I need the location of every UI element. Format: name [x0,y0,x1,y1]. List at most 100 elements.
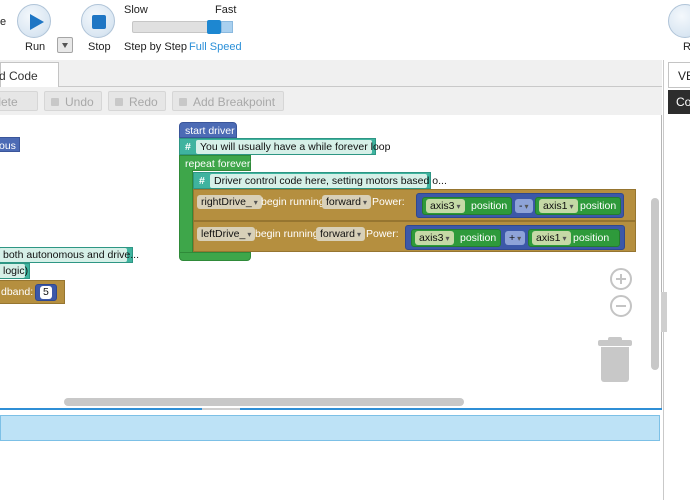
operator-dropdown[interactable]: + ▾ [505,231,526,245]
right-drive-motor-dropdown[interactable]: rightDrive_ ▾ [197,195,262,209]
comment-1-text[interactable]: You will usually have a while forever lo… [196,140,390,154]
begin-running-label: begin running [255,228,319,240]
zoom-out-horizontal [616,305,626,307]
left-block-ous-text: ous [0,140,16,152]
tab-co[interactable]: Co [668,90,690,114]
run-button[interactable] [17,4,51,38]
speed-fast-label: Fast [215,4,237,16]
zoom-in-vertical [620,274,622,284]
dropdown-arrow-icon: ▾ [562,234,567,243]
axis3-dropdown[interactable]: axis3 ▾ [415,231,454,245]
left-logic-block[interactable]: logic) [0,263,30,279]
repeat-forever-foot [179,252,251,261]
axis1-position-block[interactable]: axis1 ▾ position [535,197,621,215]
comment-2-text[interactable]: Driver control code here, setting motors… [210,174,447,188]
axis1-label: axis1 [543,200,568,212]
left-direction-dropdown[interactable]: forward ▾ [316,227,366,241]
operator-dropdown[interactable]: - ▾ [515,199,533,213]
left-drive-motor-name: leftDrive_ [201,228,246,240]
stop-button[interactable] [81,4,115,38]
step-by-step-link[interactable]: Step by Step [124,41,187,53]
left-power-add-block[interactable]: axis3 ▾ position + ▾ axis1 ▾ position [405,225,625,250]
left-comment-block[interactable]: both autonomous and drive... [0,247,139,263]
zoom-in-icon[interactable] [610,268,632,290]
zoom-out-icon[interactable] [610,295,632,317]
stop-label: Stop [88,41,111,53]
axis3-dropdown[interactable]: axis3 ▾ [426,199,465,213]
axis3-position-block[interactable]: axis3 ▾ position [422,197,512,215]
dropdown-arrow-icon: ▾ [357,230,362,239]
right-toolbar-button[interactable] [668,4,690,38]
axis3-position-block[interactable]: axis3 ▾ position [411,229,501,247]
right-direction-dropdown[interactable]: forward ▾ [322,195,372,209]
undo-icon [51,98,59,106]
add-breakpoint-label: Add Breakpoint [193,95,276,109]
deadband-number-block[interactable]: 5 [35,284,57,301]
right-splitter-handle[interactable] [661,292,667,332]
start-driver-block[interactable]: start driver [179,122,237,138]
console-output-row[interactable] [0,415,660,441]
redo-icon [115,98,123,106]
tab-blocks-code[interactable]: d Code [0,62,59,88]
position-label: position [471,200,508,212]
toolbar-cut-label: e [0,16,7,28]
comment-hash-icon: # [185,141,191,153]
dropdown-arrow-icon: ▾ [569,202,574,211]
left-drive-motor-dropdown[interactable]: leftDrive_ ▾ [197,227,256,241]
speed-slider-thumb[interactable] [207,20,221,34]
stop-icon [92,15,106,29]
right-drive-motor-name: rightDrive_ [201,196,252,208]
power-label: Power: [366,228,399,240]
right-power-subtract-block[interactable]: axis3 ▾ position - ▾ axis1 ▾ position [416,193,624,218]
right-pane [663,60,690,500]
axis1-position-block[interactable]: axis1 ▾ position [528,229,620,247]
axis1-dropdown[interactable]: axis1 ▾ [539,199,578,213]
run-options-dropdown[interactable] [57,37,73,53]
undo-label: Undo [65,95,94,109]
add-breakpoint-button[interactable]: Add Breakpoint [172,91,284,111]
direction-value: forward [320,228,356,240]
trash-icon-lid [598,340,632,346]
tab-co-label: Co [676,95,690,109]
left-logic-text[interactable]: logic) [0,264,28,278]
dropdown-arrow-icon: ▾ [524,202,529,211]
axis1-dropdown[interactable]: axis1 ▾ [532,231,571,245]
dropdown-arrow-icon: ▾ [253,198,258,207]
breakpoint-icon [179,98,187,106]
workspace-horizontal-scrollbar[interactable] [64,398,464,406]
trash-icon[interactable] [601,347,629,382]
operator-minus: - [519,200,523,212]
workspace-vertical-scrollbar[interactable] [651,198,659,370]
dropdown-arrow-icon: ▾ [445,234,450,243]
delete-button[interactable]: Delete [0,91,38,111]
deadband-value[interactable]: 5 [40,286,52,299]
left-block-ous[interactable]: ous [0,137,20,152]
undo-button[interactable]: Undo [44,91,102,111]
redo-label: Redo [129,95,158,109]
speed-slow-label: Slow [124,4,148,16]
tab-ve[interactable]: VE [668,62,690,88]
axis1-label: axis1 [536,232,561,244]
toolbar: e Run Stop Slow Fast Step by Step Full S… [0,0,690,60]
full-speed-link[interactable]: Full Speed [189,41,242,53]
redo-button[interactable]: Redo [108,91,166,111]
dropdown-arrow-icon: ▾ [247,230,252,239]
position-label: position [460,232,497,244]
left-drive-spin-block[interactable]: leftDrive_ ▾ begin running forward ▾ Power… [193,221,636,252]
left-deadband-block[interactable]: dband: 5 [0,280,65,304]
left-comment-text[interactable]: both autonomous and drive... [0,248,139,262]
begin-running-label: begin running [261,196,325,208]
tab-label: d Code [0,69,38,83]
right-drive-spin-block[interactable]: rightDrive_ ▾ begin running forward ▾ Powe… [193,189,636,221]
dropdown-arrow-icon: ▾ [456,202,461,211]
start-driver-label: start driver [185,125,235,137]
dropdown-arrow-icon: ▾ [517,234,522,243]
comment-block-2[interactable]: # Driver control code here, setting moto… [193,172,447,189]
comment-block-1[interactable]: # You will usually have a while forever … [179,138,390,155]
position-label: position [573,232,610,244]
axis3-label: axis3 [430,200,455,212]
repeat-forever-label: repeat forever [185,158,251,170]
tab-ve-label: VE [678,69,690,83]
position-label: position [580,200,617,212]
repeat-forever-block[interactable]: repeat forever [179,155,251,171]
